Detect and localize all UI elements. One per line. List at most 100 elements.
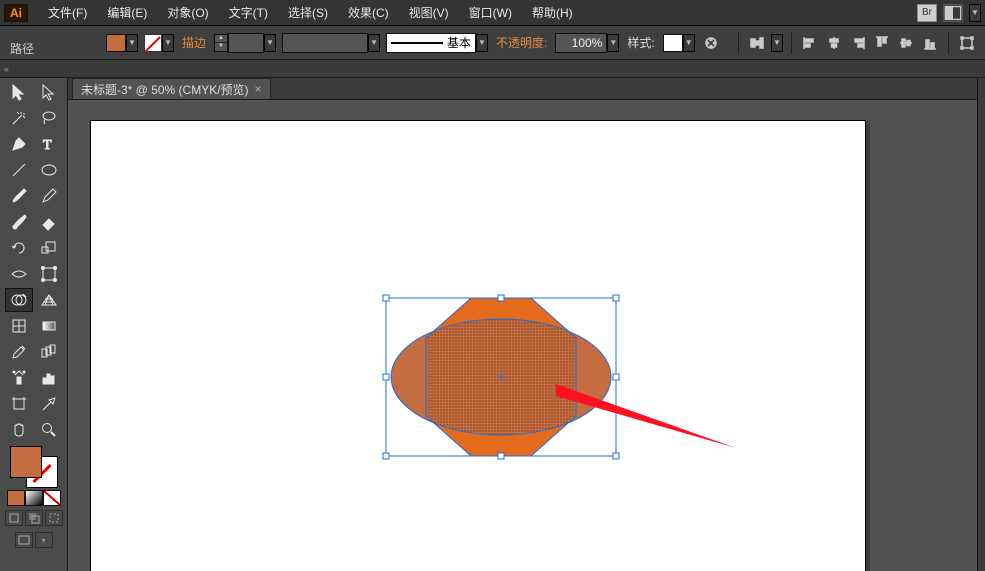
close-tab-icon[interactable]: × <box>255 82 262 96</box>
menubar: Ai 文件(F) 编辑(E) 对象(O) 文字(T) 选择(S) 效果(C) 视… <box>0 0 985 26</box>
color-mode-solid[interactable] <box>7 490 25 506</box>
document-area: 未标题-3* @ 50% (CMYK/预览) × <box>68 78 977 571</box>
workspace-switcher[interactable] <box>943 4 963 22</box>
stroke-weight-field[interactable]: ▲ ▼ <box>214 33 276 53</box>
menu-type[interactable]: 文字(T) <box>219 0 278 26</box>
toolbox: T <box>0 78 68 571</box>
mesh-tool[interactable] <box>5 314 33 338</box>
align-hcenter-icon[interactable] <box>824 33 844 53</box>
width-tool[interactable] <box>5 262 33 286</box>
stroke-weight-caret[interactable] <box>264 34 276 52</box>
workspace-caret[interactable] <box>969 4 981 22</box>
stroke-swatch-none[interactable] <box>144 34 162 52</box>
color-mode-none[interactable] <box>43 490 61 506</box>
free-transform-tool[interactable] <box>35 262 63 286</box>
main-area: T <box>0 78 985 571</box>
pencil-tool[interactable] <box>35 184 63 208</box>
variable-width-profile[interactable] <box>282 33 380 53</box>
color-mode-gradient[interactable] <box>25 490 43 506</box>
symbol-sprayer-tool[interactable] <box>5 366 33 390</box>
align-right-icon[interactable] <box>848 33 868 53</box>
blend-tool[interactable] <box>35 340 63 364</box>
brush-definition[interactable]: 基本 <box>386 33 488 53</box>
menu-view[interactable]: 视图(V) <box>399 0 459 26</box>
fill-caret[interactable] <box>126 34 138 52</box>
lasso-tool[interactable] <box>35 106 63 130</box>
document-tabs: 未标题-3* @ 50% (CMYK/预览) × <box>68 78 977 100</box>
width-profile-caret[interactable] <box>368 34 380 52</box>
graphic-style[interactable] <box>663 34 695 52</box>
align-caret[interactable] <box>771 34 783 52</box>
direct-selection-tool[interactable] <box>35 80 63 104</box>
bridge-button[interactable]: Br <box>917 4 937 22</box>
align-top-icon[interactable] <box>872 33 892 53</box>
draw-behind[interactable] <box>25 510 43 526</box>
brush-box[interactable]: 基本 <box>386 33 476 53</box>
collapse-indicator[interactable]: « <box>4 64 9 74</box>
line-tool[interactable] <box>5 158 33 182</box>
menu-file[interactable]: 文件(F) <box>38 0 97 26</box>
eraser-tool[interactable] <box>35 210 63 234</box>
align-vcenter-icon[interactable] <box>896 33 916 53</box>
menu-edit[interactable]: 编辑(E) <box>97 0 157 26</box>
opacity-field[interactable]: 100% <box>555 33 619 53</box>
brush-caret[interactable] <box>476 34 488 52</box>
right-panel-dock[interactable] <box>977 78 985 571</box>
style-swatch[interactable] <box>663 34 683 52</box>
align-bottom-icon[interactable] <box>920 33 940 53</box>
transform-icon[interactable] <box>957 33 977 53</box>
perspective-grid-tool[interactable] <box>35 288 63 312</box>
draw-normal[interactable] <box>5 510 23 526</box>
zoom-tool[interactable] <box>35 418 63 442</box>
style-caret[interactable] <box>683 34 695 52</box>
stroke-caret[interactable] <box>162 34 174 52</box>
stroke-color-picker[interactable] <box>144 34 174 52</box>
selection-tool[interactable] <box>5 80 33 104</box>
fill-color-box[interactable] <box>10 446 42 478</box>
screen-mode[interactable] <box>15 532 33 548</box>
ellipse-tool[interactable] <box>35 158 63 182</box>
opacity-input[interactable]: 100% <box>555 33 607 53</box>
style-label: 样式: <box>625 34 656 51</box>
artwork-svg <box>386 298 806 538</box>
menu-select[interactable]: 选择(S) <box>278 0 338 26</box>
fill-swatch[interactable] <box>106 34 126 52</box>
stroke-weight-input[interactable] <box>228 33 264 53</box>
align-left-icon[interactable] <box>800 33 820 53</box>
fill-color-picker[interactable] <box>106 34 138 52</box>
stroke-weight-stepper[interactable]: ▲ ▼ <box>214 34 228 52</box>
control-bar: 描边 ▲ ▼ 基本 不透明度: 100% 样式: <box>0 26 985 60</box>
artboard-tool[interactable] <box>5 392 33 416</box>
menu-object[interactable]: 对象(O) <box>157 0 218 26</box>
menu-help[interactable]: 帮助(H) <box>522 0 583 26</box>
blob-brush-tool[interactable] <box>5 210 33 234</box>
recolor-art-icon[interactable] <box>701 33 721 53</box>
hand-tool[interactable] <box>5 418 33 442</box>
pen-tool[interactable] <box>5 132 33 156</box>
slice-tool[interactable] <box>35 392 63 416</box>
magic-wand-tool[interactable] <box>5 106 33 130</box>
eyedropper-tool[interactable] <box>5 340 33 364</box>
stroke-label[interactable]: 描边 <box>180 34 208 51</box>
scale-tool[interactable] <box>35 236 63 260</box>
fill-stroke-indicator[interactable] <box>10 446 58 488</box>
column-graph-tool[interactable] <box>35 366 63 390</box>
menu-window[interactable]: 窗口(W) <box>459 0 522 26</box>
selection-type-label: 路径 <box>10 40 34 57</box>
shape-builder-tool[interactable] <box>5 288 33 312</box>
screen-mode-caret[interactable]: ▾ <box>35 532 53 548</box>
width-profile-box[interactable] <box>282 33 368 53</box>
type-tool[interactable]: T <box>35 132 63 156</box>
opacity-label[interactable]: 不透明度: <box>494 34 549 51</box>
align-panel-icon[interactable] <box>747 33 767 53</box>
document-tab[interactable]: 未标题-3* @ 50% (CMYK/预览) × <box>72 78 271 99</box>
canvas[interactable] <box>68 100 977 571</box>
app-logo: Ai <box>4 4 28 22</box>
document-tab-title: 未标题-3* @ 50% (CMYK/预览) <box>81 81 249 98</box>
gradient-tool[interactable] <box>35 314 63 338</box>
opacity-caret[interactable] <box>607 34 619 52</box>
draw-inside[interactable] <box>45 510 63 526</box>
rotate-tool[interactable] <box>5 236 33 260</box>
paintbrush-tool[interactable] <box>5 184 33 208</box>
menu-effect[interactable]: 效果(C) <box>338 0 399 26</box>
